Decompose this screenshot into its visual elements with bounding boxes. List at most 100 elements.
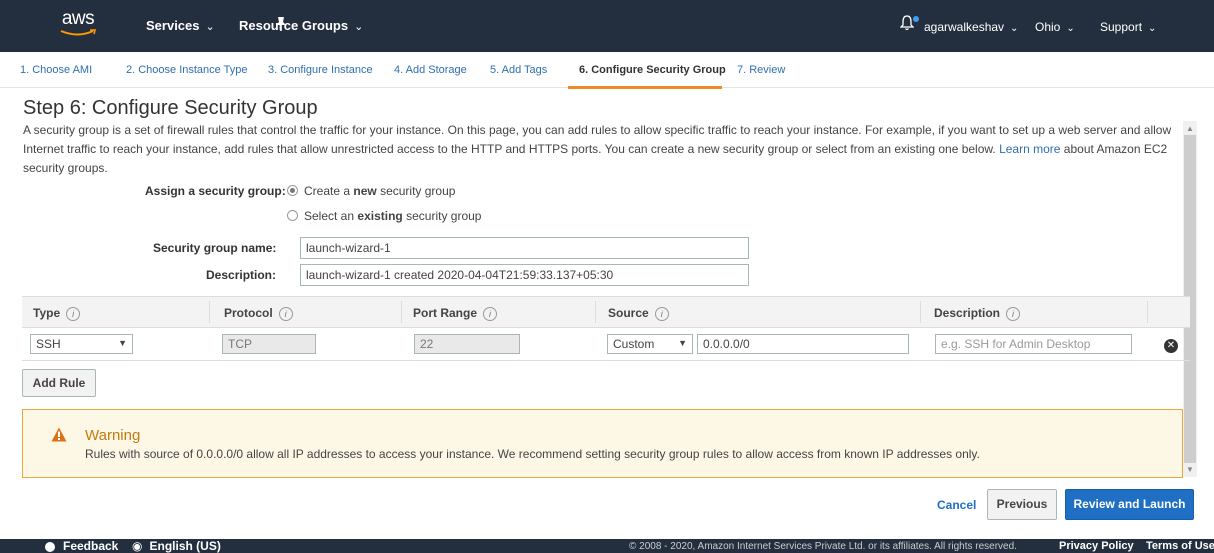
description-input[interactable]: launch-wizard-1 created 2020-04-04T21:59… [300, 264, 749, 286]
security-group-name-label: Security group name: [153, 241, 277, 255]
terms-of-use-link[interactable]: Terms of Use [1146, 539, 1214, 553]
chevron-down-icon: ⌄ [1148, 23, 1157, 34]
top-nav: aws Services ⌄ Resource Groups ⌄ agarwalke… [0, 0, 1214, 52]
radio-create-new[interactable] [287, 185, 298, 196]
port-range-field: 22 [414, 334, 520, 354]
radio-select-existing[interactable] [287, 210, 298, 221]
column-divider [401, 301, 402, 323]
region-name: Ohio [1035, 20, 1061, 34]
footer: Feedback ◉ English (US) © 2008 - 2020, Am… [0, 539, 1214, 553]
aws-logo-text: aws [61, 8, 95, 29]
type-column-header: Type i [33, 306, 81, 321]
type-select-value: SSH [36, 337, 61, 351]
tab-configure-instance[interactable]: 3. Configure Instance [268, 64, 373, 76]
type-select[interactable]: SSH ▼ [30, 334, 133, 354]
warning-title: Warning [85, 427, 141, 444]
bell-icon[interactable] [900, 15, 914, 31]
dropdown-arrow-icon: ▼ [678, 338, 687, 348]
column-divider [209, 301, 210, 323]
info-icon[interactable]: i [278, 307, 293, 321]
warning-text: Rules with source of 0.0.0.0/0 allow all… [85, 447, 980, 461]
copyright-text: © 2008 - 2020, Amazon Internet Services … [629, 541, 1017, 552]
resource-groups-label: Resource Groups [239, 18, 349, 33]
tab-configure-security-group[interactable]: 6. Configure Security Group [579, 64, 726, 76]
tab-add-tags[interactable]: 5. Add Tags [490, 64, 547, 76]
source-type-value: Custom [613, 337, 655, 351]
option-new-pre: Create a [304, 184, 351, 198]
resource-groups-menu[interactable]: Resource Groups ⌄ [239, 18, 363, 33]
chevron-down-icon: ⌄ [205, 21, 215, 33]
previous-button[interactable]: Previous [987, 489, 1057, 520]
protocol-column-header: Protocol i [224, 306, 293, 321]
option-new-bold: new [353, 184, 377, 198]
info-icon[interactable]: i [483, 307, 498, 321]
tab-add-storage[interactable]: 4. Add Storage [394, 64, 467, 76]
language-label: English (US) [149, 539, 221, 553]
feedback-icon [45, 541, 55, 552]
chevron-down-icon: ⌄ [354, 21, 364, 33]
info-icon[interactable]: i [654, 307, 669, 321]
column-divider [1147, 301, 1148, 323]
services-menu[interactable]: Services ⌄ [146, 18, 215, 33]
description-header-label: Description [934, 306, 1001, 320]
tab-choose-instance-type[interactable]: 2. Choose Instance Type [126, 64, 248, 76]
info-icon[interactable]: i [1006, 307, 1021, 321]
feedback-label: Feedback [63, 539, 119, 553]
source-column-header: Source i [608, 306, 669, 321]
option-new-post: security group [380, 184, 456, 198]
security-group-name-input[interactable]: launch-wizard-1 [300, 237, 749, 259]
tab-choose-ami[interactable]: 1. Choose AMI [20, 64, 92, 76]
warning-icon [51, 427, 67, 442]
protocol-field: TCP [222, 334, 316, 354]
aws-logo[interactable]: aws [57, 8, 99, 42]
dropdown-arrow-icon: ▼ [118, 338, 127, 348]
services-label: Services [146, 18, 200, 33]
cancel-button[interactable]: Cancel [937, 498, 976, 512]
tab-review[interactable]: 7. Review [737, 64, 785, 76]
option-existing-bold: existing [357, 209, 403, 223]
rule-description-input[interactable]: e.g. SSH for Admin Desktop [935, 334, 1132, 354]
feedback-link[interactable]: Feedback [45, 539, 118, 553]
learn-more-link[interactable]: Learn more [999, 142, 1060, 156]
remove-rule-icon[interactable]: ✕ [1164, 339, 1178, 353]
support-menu[interactable]: Support ⌄ [1100, 20, 1156, 34]
wizard-tabs: 1. Choose AMI 2. Choose Instance Type 3.… [0, 52, 1214, 89]
scroll-down-icon[interactable]: ▼ [1186, 465, 1194, 474]
active-tab-indicator [568, 86, 722, 89]
support-label: Support [1100, 20, 1143, 34]
radio-create-new-label[interactable]: Create a new security group [304, 184, 455, 198]
user-menu[interactable]: agarwalkeshav ⌄ [924, 20, 1018, 34]
chevron-down-icon: ⌄ [1010, 23, 1019, 34]
option-existing-pre: Select an [304, 209, 355, 223]
pin-icon[interactable] [275, 16, 287, 32]
region-menu[interactable]: Ohio ⌄ [1035, 20, 1075, 34]
protocol-header-label: Protocol [224, 306, 273, 320]
add-rule-button[interactable]: Add Rule [22, 369, 96, 397]
language-selector[interactable]: ◉ English (US) [132, 539, 221, 553]
assign-security-group-label: Assign a security group: [145, 184, 286, 198]
warning-alert: Warning Rules with source of 0.0.0.0/0 a… [22, 409, 1183, 478]
radio-select-existing-label[interactable]: Select an existing security group [304, 209, 481, 223]
aws-smile-icon [60, 29, 97, 36]
notification-dot [913, 16, 919, 22]
globe-icon: ◉ [132, 539, 143, 553]
description-label: Description: [206, 268, 277, 282]
source-cidr-input[interactable]: 0.0.0.0/0 [697, 334, 909, 354]
chevron-down-icon: ⌄ [1066, 23, 1075, 34]
column-divider [595, 301, 596, 323]
scroll-up-icon[interactable]: ▲ [1186, 124, 1194, 133]
option-existing-post: security group [406, 209, 482, 223]
page-intro: A security group is a set of firewall ru… [23, 121, 1175, 178]
rules-table-header: Type i Protocol i Port Range i Source i Desc… [22, 296, 1190, 328]
review-and-launch-button[interactable]: Review and Launch [1065, 489, 1194, 520]
source-type-select[interactable]: Custom ▼ [607, 334, 693, 354]
source-header-label: Source [608, 306, 649, 320]
port-range-header-label: Port Range [413, 306, 478, 320]
description-column-header: Description i [934, 306, 1021, 321]
info-icon[interactable]: i [66, 307, 81, 321]
user-name: agarwalkeshav [924, 20, 1005, 34]
port-range-column-header: Port Range i [413, 306, 498, 321]
column-divider [920, 301, 921, 323]
type-header-label: Type [33, 306, 61, 320]
privacy-policy-link[interactable]: Privacy Policy [1059, 539, 1134, 553]
